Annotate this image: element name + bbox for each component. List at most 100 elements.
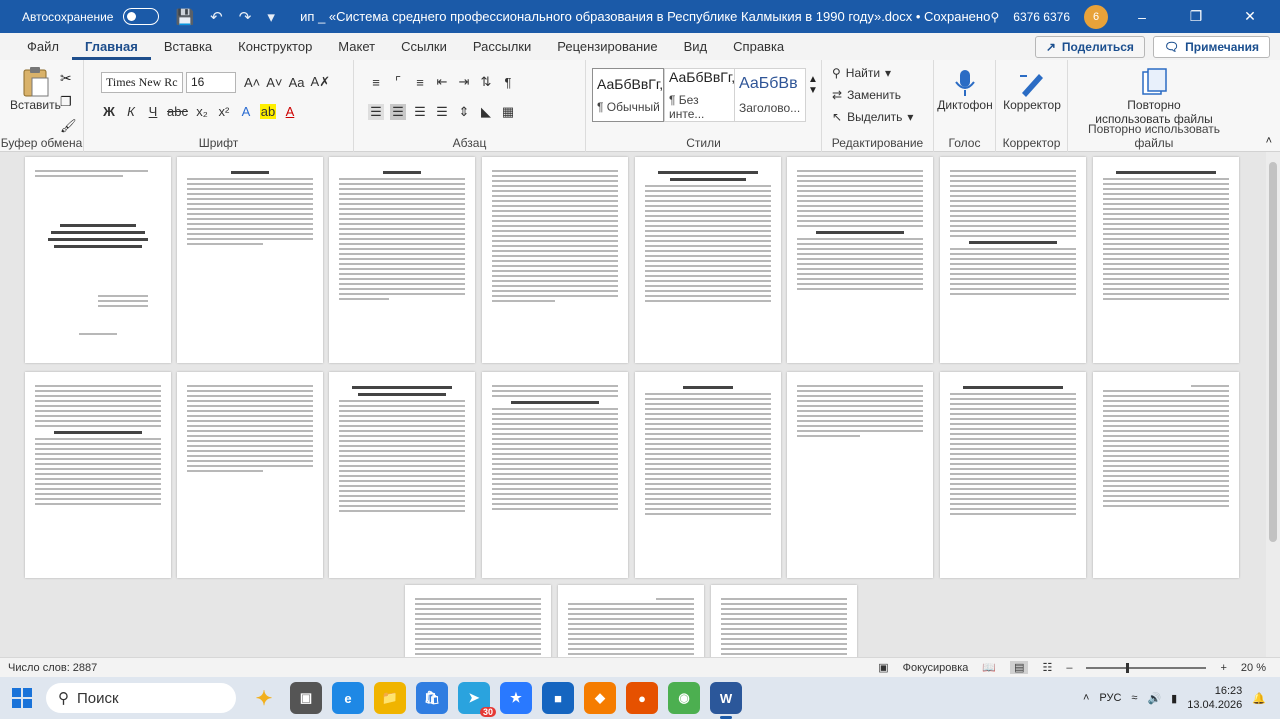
- text-effects-icon[interactable]: A: [238, 104, 254, 119]
- chevron-up-icon[interactable]: ˄: [1083, 692, 1089, 704]
- tab-design[interactable]: Конструктор: [225, 33, 325, 60]
- document-page[interactable]: [25, 372, 171, 578]
- redo-icon[interactable]: ↷: [239, 8, 252, 26]
- app-icon[interactable]: ■: [542, 682, 574, 714]
- document-page[interactable]: [711, 585, 857, 657]
- decrease-indent-icon[interactable]: ⇤: [434, 74, 450, 90]
- document-page[interactable]: [482, 157, 628, 363]
- document-page[interactable]: [558, 585, 704, 657]
- align-right-icon[interactable]: ☰: [412, 104, 428, 120]
- borders-icon[interactable]: ▦: [500, 104, 516, 120]
- undo-icon[interactable]: ↶: [210, 8, 223, 26]
- collapse-ribbon-icon[interactable]: ˄: [1266, 135, 1272, 147]
- focus-mode-icon[interactable]: ▣: [878, 661, 888, 674]
- justify-icon[interactable]: ☰: [434, 104, 450, 120]
- font-size-select[interactable]: 16: [186, 72, 236, 93]
- tab-help[interactable]: Справка: [720, 33, 797, 60]
- line-spacing-icon[interactable]: ⇕: [456, 104, 472, 120]
- copilot-icon[interactable]: ✦: [248, 682, 280, 714]
- change-case-icon[interactable]: Aa: [289, 75, 305, 90]
- read-mode-icon[interactable]: 📖: [982, 661, 996, 674]
- word-count[interactable]: Число слов: 2887: [8, 662, 97, 674]
- document-page[interactable]: [787, 372, 933, 578]
- sort-icon[interactable]: ⇅: [478, 74, 494, 90]
- clock[interactable]: 16:23 13.04.2026: [1187, 684, 1242, 712]
- document-page[interactable]: [177, 157, 323, 363]
- zoom-slider[interactable]: [1086, 662, 1207, 673]
- battery-icon[interactable]: ▮: [1171, 692, 1177, 705]
- volume-icon[interactable]: 🔊: [1147, 692, 1161, 705]
- style-normal[interactable]: АаБбВвГг, ¶ Обычный: [592, 68, 664, 122]
- document-page[interactable]: [405, 585, 551, 657]
- word-icon[interactable]: W: [710, 682, 742, 719]
- document-page[interactable]: [787, 157, 933, 363]
- format-painter-icon[interactable]: 🖌: [60, 118, 77, 134]
- tab-home[interactable]: Главная: [71, 33, 151, 60]
- subscript-icon[interactable]: x₂: [194, 104, 210, 119]
- tab-layout[interactable]: Макет: [325, 33, 388, 60]
- font-name-select[interactable]: Times New Rc: [101, 72, 183, 93]
- align-center-icon[interactable]: ☰: [390, 104, 406, 120]
- document-page[interactable]: [329, 372, 475, 578]
- increase-indent-icon[interactable]: ⇥: [456, 74, 472, 90]
- find-button[interactable]: ⚲ Найти ▾: [832, 66, 891, 80]
- document-page[interactable]: [1093, 157, 1239, 363]
- paste-button[interactable]: Вставить: [10, 66, 61, 112]
- store-icon[interactable]: 🛍: [416, 682, 448, 714]
- pilcrow-icon[interactable]: ¶: [500, 75, 516, 90]
- document-page[interactable]: [940, 372, 1086, 578]
- strikethrough-icon[interactable]: abc: [167, 104, 188, 119]
- align-left-icon[interactable]: ☰: [368, 104, 384, 120]
- vertical-scrollbar[interactable]: [1266, 152, 1280, 657]
- document-canvas[interactable]: [0, 152, 1280, 657]
- document-page[interactable]: [1093, 372, 1239, 578]
- document-page[interactable]: [635, 372, 781, 578]
- grow-font-icon[interactable]: A˄: [244, 75, 260, 90]
- document-page[interactable]: [25, 157, 171, 363]
- wifi-icon[interactable]: ≈: [1131, 692, 1137, 704]
- app-icon[interactable]: ★: [500, 682, 532, 714]
- document-page[interactable]: [177, 372, 323, 578]
- minimize-button[interactable]: –: [1122, 9, 1162, 25]
- shrink-font-icon[interactable]: A˅: [266, 75, 282, 90]
- replace-button[interactable]: ⇄ Заменить: [832, 88, 901, 102]
- task-view-icon[interactable]: ▣: [290, 682, 322, 714]
- scrollbar-thumb[interactable]: [1269, 162, 1277, 542]
- windows-start-icon[interactable]: [0, 677, 44, 719]
- share-button[interactable]: ↗ Поделиться: [1034, 35, 1145, 58]
- reuse-files-button[interactable]: Повторно использовать файлы: [1068, 68, 1240, 126]
- document-page[interactable]: [940, 157, 1086, 363]
- save-icon[interactable]: 💾: [175, 8, 194, 26]
- close-button[interactable]: ✕: [1230, 8, 1270, 25]
- tab-view[interactable]: Вид: [671, 33, 721, 60]
- focus-mode-label[interactable]: Фокусировка: [903, 662, 969, 674]
- style-heading[interactable]: АаБбВв Заголово...: [734, 68, 806, 122]
- document-page[interactable]: [482, 372, 628, 578]
- copy-icon[interactable]: ❐: [60, 94, 72, 110]
- app-icon[interactable]: ●: [626, 682, 658, 714]
- tab-file[interactable]: Файл: [14, 33, 72, 60]
- notifications-icon[interactable]: 🔔: [1252, 692, 1266, 705]
- bold-icon[interactable]: Ж: [101, 104, 117, 119]
- tab-review[interactable]: Рецензирование: [544, 33, 670, 60]
- document-page[interactable]: [635, 157, 781, 363]
- edge-icon[interactable]: e: [332, 682, 364, 714]
- bullets-icon[interactable]: ≡: [368, 75, 384, 90]
- telegram-icon[interactable]: ➤ 30: [458, 682, 496, 717]
- zoom-level[interactable]: 20 %: [1241, 662, 1266, 674]
- numbering-icon[interactable]: ⌜: [390, 74, 406, 90]
- user-name[interactable]: 6376 6376: [1013, 10, 1070, 24]
- dictation-button[interactable]: Диктофон: [934, 68, 996, 112]
- tab-references[interactable]: Ссылки: [388, 33, 460, 60]
- autosave-toggle[interactable]: [123, 8, 160, 25]
- underline-icon[interactable]: Ч: [145, 104, 161, 119]
- cut-icon[interactable]: ✂: [60, 70, 72, 87]
- taskbar-search[interactable]: ⚲ Поиск: [46, 683, 236, 713]
- multilevel-icon[interactable]: ≡: [412, 75, 428, 90]
- document-page[interactable]: [329, 157, 475, 363]
- customize-toolbar-icon[interactable]: ▾: [267, 8, 275, 26]
- zoom-out-icon[interactable]: –: [1066, 662, 1072, 674]
- style-no-spacing[interactable]: АаБбВвГг, ¶ Без инте...: [664, 68, 736, 122]
- print-layout-icon[interactable]: ▤: [1010, 661, 1029, 674]
- avatar[interactable]: 6: [1084, 4, 1108, 29]
